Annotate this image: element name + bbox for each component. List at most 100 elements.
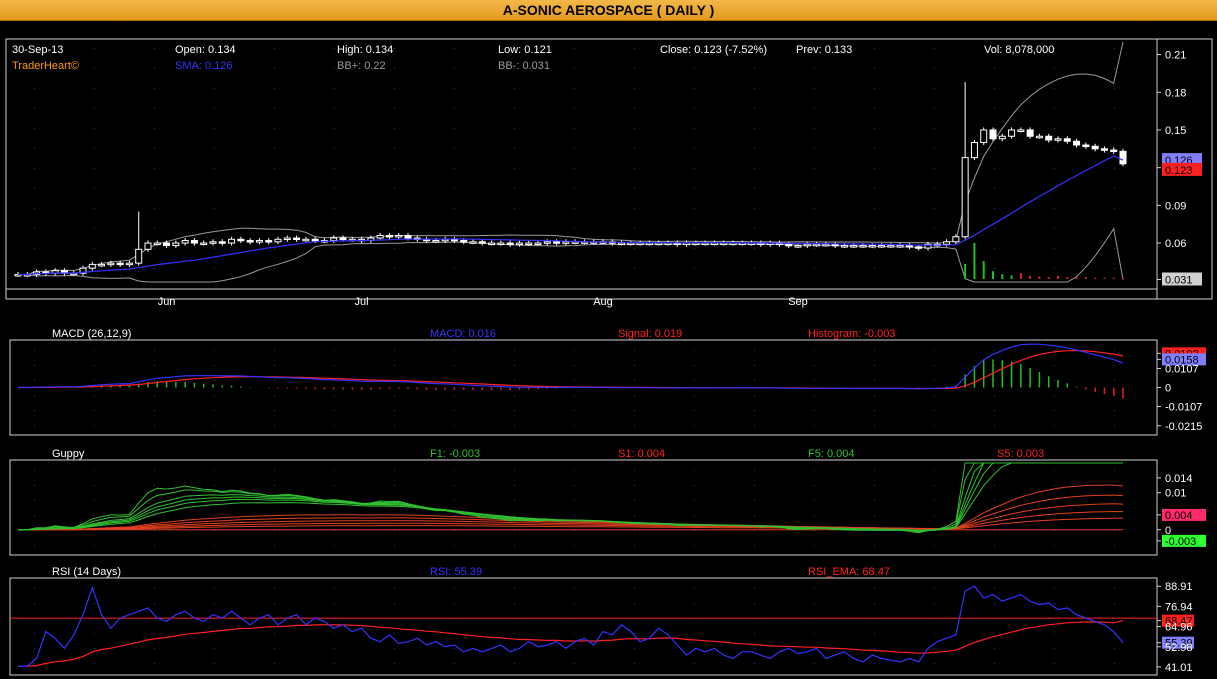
macd-value: MACD: 0.016 bbox=[430, 328, 496, 340]
candle-body bbox=[636, 242, 644, 246]
grid-dot bbox=[214, 588, 215, 589]
grid-dot bbox=[694, 485, 695, 486]
candle-body bbox=[868, 245, 876, 248]
grid-dot bbox=[1114, 128, 1115, 129]
grid-dot bbox=[574, 485, 575, 486]
guppy-fast-line bbox=[18, 462, 1123, 532]
grid-dot bbox=[1054, 168, 1055, 169]
candle-body bbox=[515, 242, 523, 246]
grid-dot bbox=[154, 500, 155, 501]
candle-body bbox=[144, 242, 152, 250]
grid-dot bbox=[94, 88, 95, 89]
grid-dot bbox=[634, 68, 635, 69]
grid-dot bbox=[634, 410, 635, 411]
candle-body bbox=[302, 238, 310, 242]
grid-dot bbox=[634, 603, 635, 604]
grid-dot bbox=[574, 500, 575, 501]
grid-dot bbox=[634, 648, 635, 649]
candle-body bbox=[488, 242, 496, 246]
grid-dot bbox=[934, 268, 935, 269]
grid-dot bbox=[934, 108, 935, 109]
grid-dot bbox=[454, 208, 455, 209]
grid-dot bbox=[754, 108, 755, 109]
grid-dot bbox=[934, 208, 935, 209]
grid-dot bbox=[394, 68, 395, 69]
candle-body bbox=[915, 246, 923, 249]
grid-dot bbox=[1054, 350, 1055, 351]
volume-bar bbox=[992, 271, 994, 279]
grid-dot bbox=[634, 545, 635, 546]
grid-dot bbox=[814, 485, 815, 486]
grid-dot bbox=[274, 395, 275, 396]
grid-dot bbox=[874, 588, 875, 589]
grid-dot bbox=[1114, 108, 1115, 109]
grid-dot bbox=[1114, 365, 1115, 366]
grid-dot bbox=[754, 128, 755, 129]
grid-dot bbox=[514, 663, 515, 664]
grid-dot bbox=[334, 268, 335, 269]
grid-dot bbox=[1114, 648, 1115, 649]
grid-dot bbox=[694, 208, 695, 209]
grid-dot bbox=[814, 148, 815, 149]
candle-body bbox=[878, 245, 886, 248]
grid-dot bbox=[1054, 633, 1055, 634]
grid-dot bbox=[214, 128, 215, 129]
candle-body bbox=[859, 245, 867, 248]
grid-dot bbox=[814, 188, 815, 189]
rsi-tick-label: 52.98 bbox=[1165, 642, 1193, 654]
grid-dot bbox=[514, 188, 515, 189]
grid-dot bbox=[514, 108, 515, 109]
grid-dot bbox=[574, 588, 575, 589]
guppy-tick-label: 0.01 bbox=[1165, 488, 1186, 500]
grid-dot bbox=[934, 68, 935, 69]
rsi-title: RSI (14 Days) bbox=[52, 566, 121, 578]
grid-dot bbox=[634, 208, 635, 209]
grid-dot bbox=[94, 515, 95, 516]
grid-dot bbox=[994, 148, 995, 149]
grid-dot bbox=[694, 515, 695, 516]
grid-dot bbox=[274, 268, 275, 269]
grid-dot bbox=[1114, 68, 1115, 69]
grid-dot bbox=[334, 485, 335, 486]
grid-dot bbox=[154, 168, 155, 169]
grid-dot bbox=[814, 248, 815, 249]
grid-dot bbox=[934, 485, 935, 486]
candle-body bbox=[404, 235, 412, 239]
grid-dot bbox=[454, 228, 455, 229]
candle-body bbox=[831, 243, 839, 247]
grid-dot bbox=[754, 663, 755, 664]
grid-dot bbox=[514, 485, 515, 486]
grid-dot bbox=[94, 128, 95, 129]
macd-tick-label: -0.0107 bbox=[1165, 402, 1202, 414]
candle-body bbox=[553, 241, 561, 244]
grid-dot bbox=[154, 470, 155, 471]
grid-dot bbox=[154, 545, 155, 546]
guppy-tick-label: 0.014 bbox=[1165, 473, 1193, 485]
candle-body bbox=[952, 236, 960, 243]
rsi-series bbox=[18, 585, 1124, 667]
grid-dot bbox=[874, 380, 875, 381]
grid-dot bbox=[274, 108, 275, 109]
grid-dot bbox=[514, 148, 515, 149]
grid-dot bbox=[394, 168, 395, 169]
grid-dot bbox=[874, 188, 875, 189]
grid-dot bbox=[574, 228, 575, 229]
candle-body bbox=[218, 241, 226, 244]
grid-dot bbox=[1114, 663, 1115, 664]
volume-bar bbox=[1122, 277, 1124, 279]
grid-dot bbox=[574, 108, 575, 109]
grid-dot bbox=[454, 603, 455, 604]
grid-dot bbox=[514, 365, 515, 366]
grid-dot bbox=[394, 248, 395, 249]
grid-dot bbox=[874, 485, 875, 486]
grid-dot bbox=[874, 633, 875, 634]
grid-dot bbox=[574, 425, 575, 426]
grid-dot bbox=[94, 648, 95, 649]
grid-dot bbox=[874, 425, 875, 426]
grid-dot bbox=[514, 410, 515, 411]
grid-dot bbox=[34, 485, 35, 486]
grid-dot bbox=[214, 208, 215, 209]
grid-dot bbox=[334, 410, 335, 411]
grid-dot bbox=[394, 500, 395, 501]
grid-dot bbox=[634, 350, 635, 351]
